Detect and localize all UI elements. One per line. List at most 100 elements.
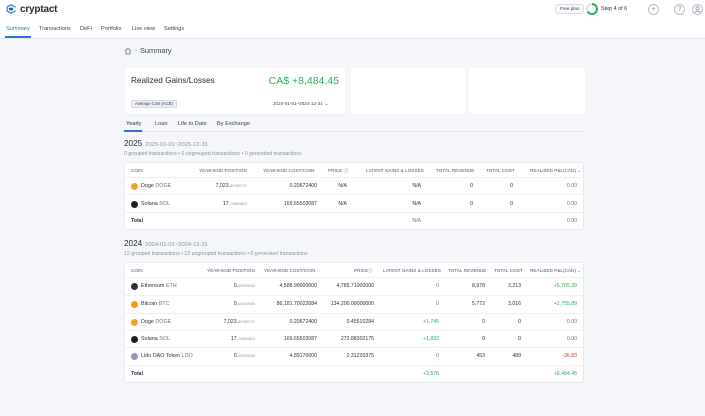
year-label: 2025 bbox=[124, 139, 143, 148]
nav-live-view[interactable]: Live view bbox=[132, 26, 155, 32]
col-year-end-cost: YEAR-END COST/COIN bbox=[263, 168, 315, 173]
table-row[interactable]: Doge DOGE 7,023.80789747 0.20672400 0.45… bbox=[125, 314, 583, 331]
tab-loan[interactable]: Loan bbox=[155, 121, 167, 127]
date-range-text: 2024-01-01~2024-12-31 bbox=[273, 101, 323, 106]
table-row[interactable]: Lido DAO Token LDO 0.00000000 4.89170000… bbox=[125, 348, 583, 366]
summary-table-2024: COIN YEAR-END POSITION YEAR-END COST/COI… bbox=[124, 262, 584, 383]
plus-circle-icon[interactable]: + bbox=[648, 4, 659, 15]
total-latent: N/A bbox=[412, 218, 421, 224]
step-progress-ring bbox=[586, 3, 598, 15]
latent-gains: +1,832 bbox=[422, 336, 439, 342]
onboarding-step[interactable]: Step 4 of 6 bbox=[586, 3, 627, 15]
table-row[interactable]: Solana SOL 17.74559812 169.65503087 N/A … bbox=[125, 195, 583, 213]
total-realized: +8,484.45 bbox=[553, 371, 577, 377]
latent-gains: 0 bbox=[436, 353, 439, 359]
year-label: 2024 bbox=[124, 239, 143, 248]
total-revenue: 0 bbox=[482, 319, 485, 325]
nav-transactions[interactable]: Transactions bbox=[39, 26, 71, 32]
coin-name: Bitcoin BTC bbox=[141, 301, 170, 307]
total-row: Total N/A 0.00 bbox=[125, 213, 583, 230]
year-end-position: 17.74559812 bbox=[230, 336, 255, 342]
coin-name: Ethereum ETH bbox=[141, 283, 177, 289]
tab-life-to-date[interactable]: Life to Date bbox=[178, 121, 207, 127]
chevron-down-icon: ⌄ bbox=[324, 101, 329, 106]
col-year-end-position: YEAR-END POSITION bbox=[207, 268, 255, 273]
price: 2.31220375 bbox=[346, 353, 374, 359]
col-realized[interactable]: REALIZED P&L(CAD) bbox=[530, 168, 576, 173]
solana-icon bbox=[131, 336, 138, 343]
col-coin: COIN bbox=[131, 268, 143, 273]
table-row[interactable]: Solana SOL 17.74559812 169.65503087 272.… bbox=[125, 331, 583, 348]
table-header: COIN YEAR-END POSITION YEAR-END COST/COI… bbox=[125, 263, 583, 278]
table-row[interactable]: Ethereum ETH 0.00000000 4,588.90000000 4… bbox=[125, 278, 583, 296]
year-end-cost: 169.65503087 bbox=[283, 201, 317, 207]
doge-icon bbox=[131, 183, 138, 190]
tab-yearly[interactable]: Yearly bbox=[126, 121, 141, 127]
total-cost: 0 bbox=[518, 319, 521, 325]
info-icon: ⓘ bbox=[344, 168, 349, 173]
main-nav: Summary Transactions DeFi Portfolio Live… bbox=[0, 21, 705, 39]
latent-gains: 0 bbox=[436, 283, 439, 289]
free-plan-badge[interactable]: Free plan bbox=[555, 4, 585, 14]
year-end-position: 0.00000000 bbox=[233, 353, 255, 359]
coin-name: Doge DOGE bbox=[141, 319, 172, 325]
realized-pnl: -36.83 bbox=[562, 353, 577, 359]
price: N/A bbox=[338, 201, 347, 207]
year-range: 2025-01-01~2025-12-31 bbox=[145, 142, 208, 148]
latent-gains: +1,745 bbox=[422, 319, 439, 325]
nav-defi[interactable]: DeFi bbox=[80, 26, 92, 32]
user-icon[interactable] bbox=[692, 4, 703, 15]
year-end-cost: 4.89170000 bbox=[289, 353, 317, 359]
total-revenue: 0 bbox=[482, 336, 485, 342]
total-cost: 3,213 bbox=[508, 283, 521, 289]
cryptact-logo-icon bbox=[6, 4, 16, 14]
total-revenue: 453 bbox=[476, 353, 485, 359]
sort-icon[interactable]: ⌄ bbox=[577, 268, 581, 274]
total-latent: +3,576 bbox=[422, 371, 439, 377]
col-realized[interactable]: REALIZED P&L(CAD) bbox=[530, 268, 576, 273]
total-cost: 0 bbox=[518, 336, 521, 342]
year-end-position: 0.00000000 bbox=[233, 301, 255, 307]
year-heading: 2025 2025-01-01~2025-12-31 bbox=[124, 139, 208, 148]
table-row[interactable]: Bitcoin BTC 0.00000000 86,181.70022084 1… bbox=[125, 296, 583, 314]
col-revenue: TOTAL REVENUE bbox=[448, 268, 487, 273]
col-cost: TOTAL COST bbox=[486, 168, 515, 173]
price: N/A bbox=[338, 183, 347, 189]
total-revenue: 8,978 bbox=[472, 283, 485, 289]
solana-icon bbox=[131, 201, 138, 208]
nav-portfolio[interactable]: Portfolio bbox=[101, 26, 122, 32]
ethereum-icon bbox=[131, 283, 138, 290]
year-end-position: 7,023.80789747 bbox=[215, 183, 247, 189]
col-coin: COIN bbox=[131, 168, 143, 173]
total-revenue: 0 bbox=[470, 201, 473, 207]
year-end-position: 17.74559812 bbox=[222, 201, 247, 207]
total-cost: 3,016 bbox=[508, 301, 521, 307]
home-icon[interactable] bbox=[124, 47, 132, 55]
col-revenue: TOTAL REVENUE bbox=[436, 168, 475, 173]
tab-active-indicator bbox=[124, 130, 142, 132]
realized-gains-card: Realized Gains/Losses CA$ +8,484.45 Aver… bbox=[125, 68, 345, 114]
nav-settings[interactable]: Settings bbox=[164, 26, 184, 32]
year-end-cost: 0.20672400 bbox=[289, 183, 317, 189]
cost-method-tag[interactable]: Average Cost (ACB) bbox=[131, 100, 177, 108]
help-icon[interactable]: ? bbox=[674, 4, 685, 15]
nav-summary[interactable]: Summary bbox=[6, 26, 30, 32]
step-text: Step 4 of 6 bbox=[601, 6, 628, 12]
date-range-select[interactable]: 2024-01-01~2024-12-31 ⌄ bbox=[273, 101, 329, 107]
tab-by-exchange[interactable]: By Exchange bbox=[217, 121, 250, 127]
doge-icon bbox=[131, 319, 138, 326]
table-row[interactable]: Doge DOGE 7,023.80789747 0.20672400 N/A … bbox=[125, 178, 583, 195]
empty-card bbox=[469, 68, 585, 114]
total-revenue: 5,772 bbox=[472, 301, 485, 307]
empty-card bbox=[351, 68, 465, 114]
coin-name: Solana SOL bbox=[141, 201, 171, 207]
col-price: PRICE bbox=[354, 268, 369, 273]
col-price: PRICE bbox=[328, 168, 343, 173]
top-bar: cryptact Free plan Step 4 of 6 + ? bbox=[0, 0, 705, 21]
price: 272.88302175 bbox=[340, 336, 374, 342]
total-realized: 0.00 bbox=[566, 218, 577, 224]
logo-text: cryptact bbox=[20, 3, 58, 15]
realized-pnl: 0.00 bbox=[566, 201, 577, 207]
logo[interactable]: cryptact bbox=[5, 3, 58, 15]
sort-icon[interactable]: ⌄ bbox=[577, 168, 581, 174]
